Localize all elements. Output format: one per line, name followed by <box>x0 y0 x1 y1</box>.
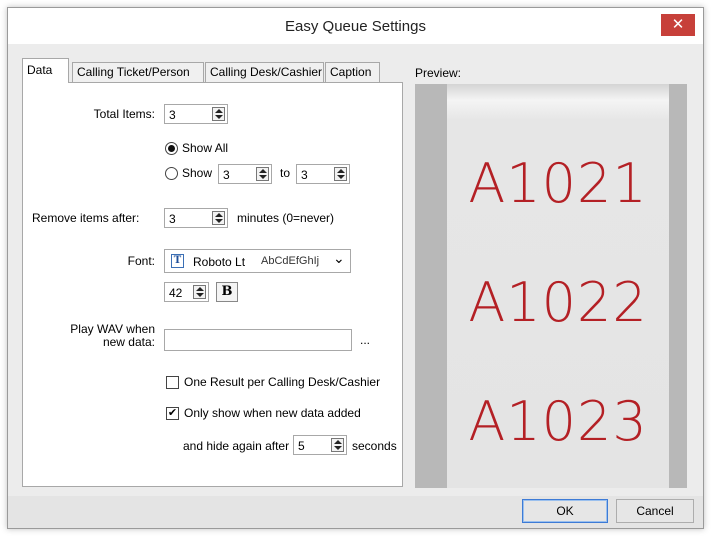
play-wav-label-line2: new data: <box>102 335 155 349</box>
close-button[interactable]: ✕ <box>661 14 695 36</box>
tab-data[interactable]: Data <box>22 58 69 83</box>
bold-icon: B <box>221 284 233 299</box>
hide-after-value: 5 <box>298 439 305 453</box>
font-size-stepper[interactable]: 42 <box>164 282 209 302</box>
wav-path-input[interactable] <box>164 329 352 351</box>
play-wav-label-line1: Play WAV when <box>70 322 155 336</box>
only-show-checkbox[interactable]: ✔ <box>166 407 179 420</box>
show-to-value: 3 <box>301 168 308 182</box>
one-result-label: One Result per Calling Desk/Cashier <box>184 375 381 389</box>
checkmark-icon: ✔ <box>167 407 178 419</box>
preview-label: Preview: <box>415 66 462 80</box>
show-all-radio[interactable] <box>165 142 178 155</box>
truetype-font-icon: T <box>171 254 184 268</box>
font-size-value: 42 <box>169 286 183 300</box>
font-select[interactable]: T Roboto Lt AbCdEfGhIj ⌄ <box>164 249 351 273</box>
to-label: to <box>280 166 291 180</box>
close-icon: ✕ <box>671 16 685 33</box>
ok-button[interactable]: OK <box>522 499 608 523</box>
hide-after-stepper[interactable]: 5 <box>293 435 347 455</box>
browse-button[interactable]: ... <box>360 333 370 347</box>
only-show-label: Only show when new data added <box>184 406 361 420</box>
bold-button[interactable]: B <box>216 282 238 302</box>
one-result-checkbox[interactable] <box>166 376 179 389</box>
font-sample: AbCdEfGhIj <box>261 255 320 267</box>
show-from-value: 3 <box>223 168 230 182</box>
total-items-stepper[interactable]: 3 <box>164 104 228 124</box>
remove-unit-label: minutes (0=never) <box>237 211 335 225</box>
dialog-body: Data Calling Ticket/Person Calling Desk/… <box>8 44 703 528</box>
spin-arrows-icon[interactable] <box>256 167 269 181</box>
spin-arrows-icon[interactable] <box>212 107 225 121</box>
show-range-label: Show <box>182 166 213 180</box>
preview-display: A1021 A1022 A1023 <box>447 84 669 488</box>
show-from-stepper[interactable]: 3 <box>218 164 272 184</box>
spin-arrows-icon[interactable] <box>212 211 225 225</box>
spin-arrows-icon[interactable] <box>334 167 347 181</box>
tab-calling-ticket-person[interactable]: Calling Ticket/Person <box>72 62 204 82</box>
tab-caption[interactable]: Caption <box>325 62 380 82</box>
chevron-down-icon: ⌄ <box>333 250 345 266</box>
preview-ticket: A1023 <box>468 390 648 453</box>
settings-dialog: Easy Queue Settings ✕ Data Calling Ticke… <box>7 7 704 529</box>
preview-pane: A1021 A1022 A1023 <box>415 84 687 488</box>
window-title: Easy Queue Settings <box>285 18 426 35</box>
tab-calling-desk-cashier[interactable]: Calling Desk/Cashier <box>205 62 324 82</box>
font-label: Font: <box>127 254 155 268</box>
total-items-label: Total Items: <box>93 107 155 121</box>
spin-arrows-icon[interactable] <box>193 285 206 299</box>
show-range-radio[interactable] <box>165 167 178 180</box>
button-bar: OK Cancel <box>8 496 703 528</box>
total-items-value: 3 <box>169 108 176 122</box>
spin-arrows-icon[interactable] <box>331 438 344 452</box>
data-tab-panel: Total Items: 3 Show All Show 3 to 3 Remo… <box>22 82 403 487</box>
title-bar[interactable]: Easy Queue Settings ✕ <box>8 8 703 44</box>
preview-ticket: A1021 <box>468 152 648 215</box>
show-to-stepper[interactable]: 3 <box>296 164 350 184</box>
remove-items-value: 3 <box>169 212 176 226</box>
hide-after-unit: seconds <box>352 439 397 453</box>
remove-items-stepper[interactable]: 3 <box>164 208 228 228</box>
remove-items-label: Remove items after: <box>32 211 140 225</box>
font-name: Roboto Lt <box>193 255 246 269</box>
preview-ticket: A1022 <box>468 271 648 334</box>
hide-after-label: and hide again after <box>183 439 290 453</box>
cancel-button[interactable]: Cancel <box>616 499 694 523</box>
show-all-label: Show All <box>182 141 229 155</box>
